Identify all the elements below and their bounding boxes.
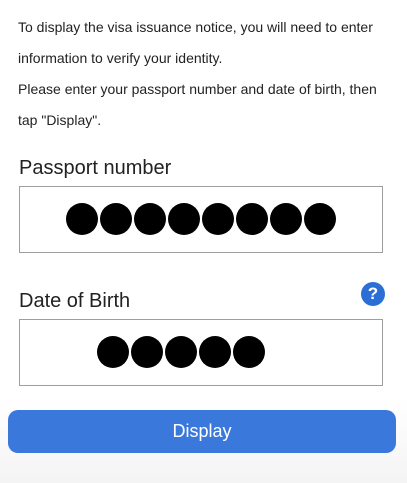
date-of-birth-masked-value bbox=[97, 336, 267, 368]
masked-character-dot bbox=[66, 203, 98, 235]
question-mark-icon[interactable]: ? bbox=[361, 282, 385, 306]
masked-character-dot bbox=[236, 203, 268, 235]
passport-number-label: Passport number bbox=[19, 157, 172, 179]
date-of-birth-field[interactable] bbox=[19, 319, 383, 386]
masked-character-dot bbox=[100, 203, 132, 235]
passport-masked-value bbox=[66, 203, 338, 235]
masked-character-dot bbox=[202, 203, 234, 235]
identity-verification-page: To display the visa issuance notice, you… bbox=[0, 0, 407, 483]
passport-number-field[interactable] bbox=[19, 186, 383, 253]
masked-character-dot bbox=[97, 336, 129, 368]
masked-character-dot bbox=[131, 336, 163, 368]
masked-character-dot bbox=[168, 203, 200, 235]
instructions-line: information to verify your identity. bbox=[18, 50, 223, 66]
instructions-line: Please enter your passport number and da… bbox=[18, 81, 377, 97]
masked-character-dot bbox=[304, 203, 336, 235]
masked-character-dot bbox=[199, 336, 231, 368]
instructions-line: tap "Display". bbox=[18, 112, 102, 128]
masked-character-dot bbox=[165, 336, 197, 368]
date-of-birth-label: Date of Birth bbox=[19, 290, 131, 312]
instructions-line: To display the visa issuance notice, you… bbox=[18, 19, 373, 35]
display-button[interactable]: Display bbox=[8, 410, 396, 453]
masked-character-dot bbox=[134, 203, 166, 235]
instructions-text: To display the visa issuance notice, you… bbox=[18, 12, 398, 136]
masked-character-dot bbox=[233, 336, 265, 368]
masked-character-dot bbox=[270, 203, 302, 235]
